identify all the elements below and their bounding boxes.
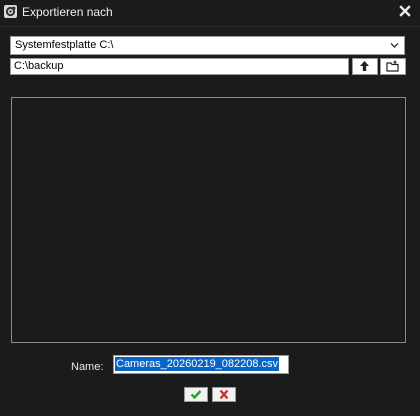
drive-dropdown[interactable]: Systemfestplatte C:\ — [10, 36, 405, 55]
arrow-up-icon — [360, 61, 369, 71]
filename-label: Name: — [71, 361, 104, 373]
filename-input[interactable]: Cameras_20260219_082208.csv — [113, 355, 289, 374]
chevron-down-icon — [390, 43, 399, 48]
checkmark-icon — [190, 390, 202, 400]
filename-value: Cameras_20260219_082208.csv — [115, 357, 280, 371]
window-title: Exportieren nach — [22, 5, 113, 19]
close-icon — [399, 5, 411, 17]
close-button[interactable] — [398, 4, 412, 18]
folder-list[interactable] — [11, 97, 406, 343]
drive-dropdown-value: Systemfestplatte C:\ — [15, 39, 114, 51]
cancel-button[interactable] — [212, 387, 236, 402]
path-input[interactable]: C:\backup — [10, 58, 349, 75]
title-bar: Exportieren nach — [0, 0, 420, 26]
title-divider — [0, 26, 420, 27]
ok-button[interactable] — [184, 387, 208, 402]
folder-up-button[interactable] — [352, 58, 378, 75]
cross-icon — [219, 389, 229, 400]
new-folder-icon — [386, 60, 399, 72]
settings-gear-icon — [4, 5, 17, 18]
new-folder-button[interactable] — [380, 58, 406, 75]
